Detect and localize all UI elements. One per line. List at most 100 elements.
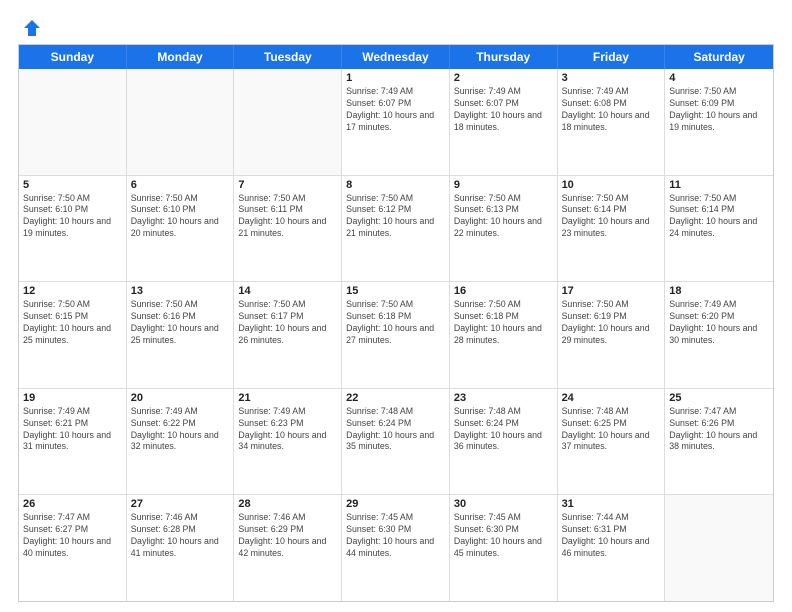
day-cell-21: 21 Sunrise: 7:49 AM Sunset: 6:23 PM Dayli… bbox=[234, 389, 342, 495]
logo-icon bbox=[22, 18, 42, 38]
day-info: Sunrise: 7:45 AM Sunset: 6:30 PM Dayligh… bbox=[346, 512, 445, 560]
day-cell-empty bbox=[234, 69, 342, 175]
day-info: Sunrise: 7:50 AM Sunset: 6:18 PM Dayligh… bbox=[454, 299, 553, 347]
day-cell-5: 5 Sunrise: 7:50 AM Sunset: 6:10 PM Daylig… bbox=[19, 176, 127, 282]
day-cell-16: 16 Sunrise: 7:50 AM Sunset: 6:18 PM Dayli… bbox=[450, 282, 558, 388]
day-cell-20: 20 Sunrise: 7:49 AM Sunset: 6:22 PM Dayli… bbox=[127, 389, 235, 495]
day-info: Sunrise: 7:48 AM Sunset: 6:24 PM Dayligh… bbox=[346, 406, 445, 454]
logo bbox=[18, 18, 42, 34]
day-header-saturday: Saturday bbox=[665, 45, 773, 69]
day-number: 16 bbox=[454, 285, 553, 297]
day-info: Sunrise: 7:49 AM Sunset: 6:22 PM Dayligh… bbox=[131, 406, 230, 454]
header bbox=[18, 18, 774, 34]
day-number: 29 bbox=[346, 498, 445, 510]
week-row-1: 1 Sunrise: 7:49 AM Sunset: 6:07 PM Daylig… bbox=[19, 69, 773, 176]
day-number: 11 bbox=[669, 179, 769, 191]
day-number: 28 bbox=[238, 498, 337, 510]
day-number: 31 bbox=[562, 498, 661, 510]
day-number: 26 bbox=[23, 498, 122, 510]
day-headers: SundayMondayTuesdayWednesdayThursdayFrid… bbox=[19, 45, 773, 69]
day-info: Sunrise: 7:49 AM Sunset: 6:20 PM Dayligh… bbox=[669, 299, 769, 347]
day-cell-19: 19Sunrise: 7:49 AM Sunset: 6:21 PM Dayli… bbox=[19, 389, 127, 495]
week-row-4: 19Sunrise: 7:49 AM Sunset: 6:21 PM Dayli… bbox=[19, 389, 773, 496]
day-number: 3 bbox=[562, 72, 661, 84]
day-info: Sunrise: 7:46 AM Sunset: 6:28 PM Dayligh… bbox=[131, 512, 230, 560]
day-number: 1 bbox=[346, 72, 445, 84]
day-info: Sunrise: 7:46 AM Sunset: 6:29 PM Dayligh… bbox=[238, 512, 337, 560]
day-number: 13 bbox=[131, 285, 230, 297]
day-number: 21 bbox=[238, 392, 337, 404]
day-number: 25 bbox=[669, 392, 769, 404]
week-row-5: 26 Sunrise: 7:47 AM Sunset: 6:27 PM Dayli… bbox=[19, 495, 773, 601]
day-info: Sunrise: 7:48 AM Sunset: 6:24 PM Dayligh… bbox=[454, 406, 553, 454]
day-cell-22: 22 Sunrise: 7:48 AM Sunset: 6:24 PM Dayli… bbox=[342, 389, 450, 495]
day-cell-28: 28 Sunrise: 7:46 AM Sunset: 6:29 PM Dayli… bbox=[234, 495, 342, 601]
day-cell-17: 17 Sunrise: 7:50 AM Sunset: 6:19 PM Dayli… bbox=[558, 282, 666, 388]
day-cell-3: 3 Sunrise: 7:49 AM Sunset: 6:08 PM Daylig… bbox=[558, 69, 666, 175]
day-cell-14: 14Sunrise: 7:50 AM Sunset: 6:17 PM Dayli… bbox=[234, 282, 342, 388]
day-info: Sunrise: 7:50 AM Sunset: 6:14 PM Dayligh… bbox=[669, 193, 769, 241]
day-cell-26: 26 Sunrise: 7:47 AM Sunset: 6:27 PM Dayli… bbox=[19, 495, 127, 601]
day-cell-8: 8 Sunrise: 7:50 AM Sunset: 6:12 PM Daylig… bbox=[342, 176, 450, 282]
day-info: Sunrise: 7:50 AM Sunset: 6:19 PM Dayligh… bbox=[562, 299, 661, 347]
day-cell-18: 18 Sunrise: 7:49 AM Sunset: 6:20 PM Dayli… bbox=[665, 282, 773, 388]
day-info: Sunrise: 7:49 AM Sunset: 6:07 PM Dayligh… bbox=[346, 86, 445, 134]
day-info: Sunrise: 7:50 AM Sunset: 6:18 PM Dayligh… bbox=[346, 299, 445, 347]
calendar-body: 1 Sunrise: 7:49 AM Sunset: 6:07 PM Daylig… bbox=[19, 69, 773, 601]
day-number: 27 bbox=[131, 498, 230, 510]
day-cell-9: 9 Sunrise: 7:50 AM Sunset: 6:13 PM Daylig… bbox=[450, 176, 558, 282]
day-info: Sunrise: 7:50 AM Sunset: 6:15 PM Dayligh… bbox=[23, 299, 122, 347]
day-number: 30 bbox=[454, 498, 553, 510]
day-header-thursday: Thursday bbox=[450, 45, 558, 69]
day-cell-12: 12 Sunrise: 7:50 AM Sunset: 6:15 PM Dayli… bbox=[19, 282, 127, 388]
day-number: 20 bbox=[131, 392, 230, 404]
day-number: 7 bbox=[238, 179, 337, 191]
day-cell-13: 13 Sunrise: 7:50 AM Sunset: 6:16 PM Dayli… bbox=[127, 282, 235, 388]
day-info: Sunrise: 7:47 AM Sunset: 6:27 PM Dayligh… bbox=[23, 512, 122, 560]
day-number: 17 bbox=[562, 285, 661, 297]
day-number: 24 bbox=[562, 392, 661, 404]
day-info: Sunrise: 7:50 AM Sunset: 6:17 PM Dayligh… bbox=[238, 299, 337, 347]
day-number: 23 bbox=[454, 392, 553, 404]
day-number: 12 bbox=[23, 285, 122, 297]
day-info: Sunrise: 7:50 AM Sunset: 6:12 PM Dayligh… bbox=[346, 193, 445, 241]
day-cell-23: 23 Sunrise: 7:48 AM Sunset: 6:24 PM Dayli… bbox=[450, 389, 558, 495]
day-cell-10: 10 Sunrise: 7:50 AM Sunset: 6:14 PM Dayli… bbox=[558, 176, 666, 282]
day-number: 5 bbox=[23, 179, 122, 191]
day-number: 18 bbox=[669, 285, 769, 297]
day-number: 19 bbox=[23, 392, 122, 404]
day-info: Sunrise: 7:50 AM Sunset: 6:13 PM Dayligh… bbox=[454, 193, 553, 241]
day-info: Sunrise: 7:49 AM Sunset: 6:08 PM Dayligh… bbox=[562, 86, 661, 134]
day-info: Sunrise: 7:50 AM Sunset: 6:16 PM Dayligh… bbox=[131, 299, 230, 347]
page: SundayMondayTuesdayWednesdayThursdayFrid… bbox=[0, 0, 792, 612]
day-cell-27: 27 Sunrise: 7:46 AM Sunset: 6:28 PM Dayli… bbox=[127, 495, 235, 601]
day-number: 4 bbox=[669, 72, 769, 84]
day-number: 22 bbox=[346, 392, 445, 404]
day-cell-25: 25 Sunrise: 7:47 AM Sunset: 6:26 PM Dayli… bbox=[665, 389, 773, 495]
day-cell-24: 24 Sunrise: 7:48 AM Sunset: 6:25 PM Dayli… bbox=[558, 389, 666, 495]
day-cell-30: 30 Sunrise: 7:45 AM Sunset: 6:30 PM Dayli… bbox=[450, 495, 558, 601]
day-info: Sunrise: 7:50 AM Sunset: 6:14 PM Dayligh… bbox=[562, 193, 661, 241]
calendar: SundayMondayTuesdayWednesdayThursdayFrid… bbox=[18, 44, 774, 602]
day-info: Sunrise: 7:50 AM Sunset: 6:10 PM Dayligh… bbox=[23, 193, 122, 241]
day-info: Sunrise: 7:50 AM Sunset: 6:10 PM Dayligh… bbox=[131, 193, 230, 241]
day-info: Sunrise: 7:49 AM Sunset: 6:23 PM Dayligh… bbox=[238, 406, 337, 454]
day-cell-11: 11 Sunrise: 7:50 AM Sunset: 6:14 PM Dayli… bbox=[665, 176, 773, 282]
day-cell-7: 7Sunrise: 7:50 AM Sunset: 6:11 PM Daylig… bbox=[234, 176, 342, 282]
day-info: Sunrise: 7:44 AM Sunset: 6:31 PM Dayligh… bbox=[562, 512, 661, 560]
day-header-sunday: Sunday bbox=[19, 45, 127, 69]
day-header-monday: Monday bbox=[127, 45, 235, 69]
week-row-3: 12 Sunrise: 7:50 AM Sunset: 6:15 PM Dayli… bbox=[19, 282, 773, 389]
day-cell-6: 6Sunrise: 7:50 AM Sunset: 6:10 PM Daylig… bbox=[127, 176, 235, 282]
day-number: 10 bbox=[562, 179, 661, 191]
day-info: Sunrise: 7:48 AM Sunset: 6:25 PM Dayligh… bbox=[562, 406, 661, 454]
day-info: Sunrise: 7:47 AM Sunset: 6:26 PM Dayligh… bbox=[669, 406, 769, 454]
day-cell-1: 1 Sunrise: 7:49 AM Sunset: 6:07 PM Daylig… bbox=[342, 69, 450, 175]
day-info: Sunrise: 7:45 AM Sunset: 6:30 PM Dayligh… bbox=[454, 512, 553, 560]
day-cell-empty bbox=[19, 69, 127, 175]
day-info: Sunrise: 7:49 AM Sunset: 6:07 PM Dayligh… bbox=[454, 86, 553, 134]
day-number: 8 bbox=[346, 179, 445, 191]
day-number: 15 bbox=[346, 285, 445, 297]
day-header-friday: Friday bbox=[558, 45, 666, 69]
day-number: 9 bbox=[454, 179, 553, 191]
